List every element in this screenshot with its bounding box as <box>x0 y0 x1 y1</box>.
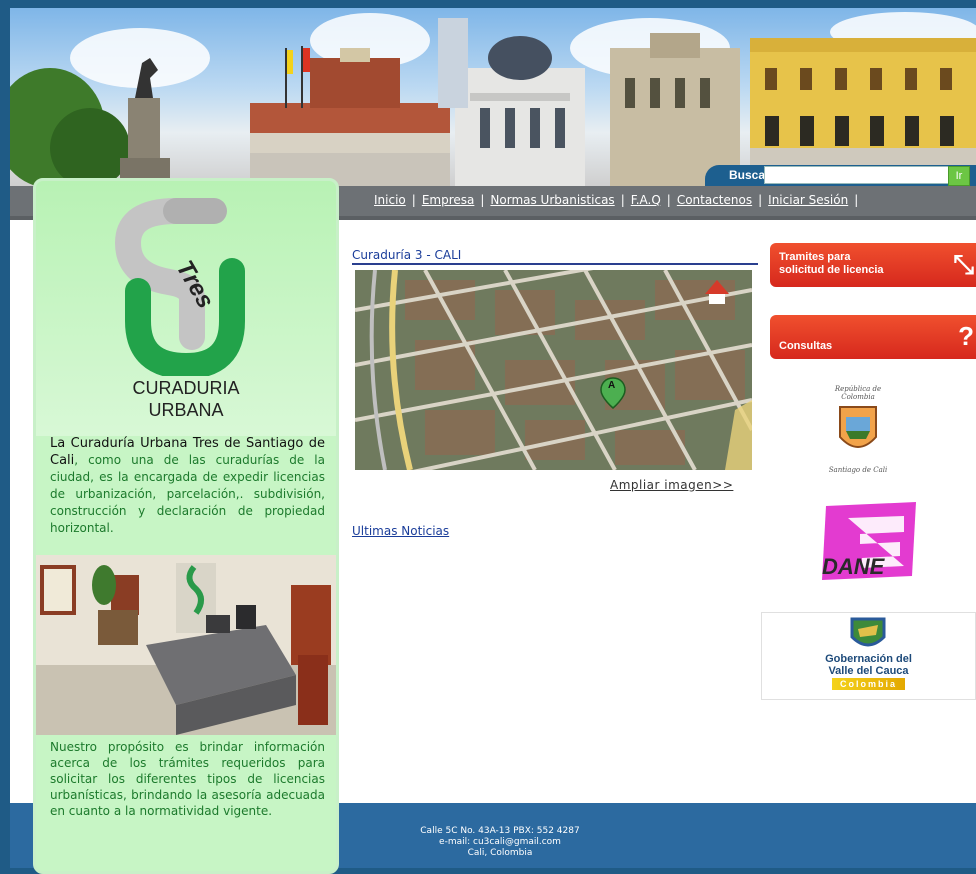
valle-cauca-logo[interactable]: Gobernación del Valle del Cauca Colombia <box>761 612 976 700</box>
footer-email: e-mail: cu3cali@gmail.com <box>439 837 561 847</box>
logo-title: CURADURIA URBANA <box>132 378 240 420</box>
consultas-button[interactable]: Consultas ? <box>770 315 976 359</box>
left-sidebar: Tres CURADURIA URBANA La Curaduría Urban… <box>33 178 339 874</box>
banner-image <box>10 18 976 186</box>
nav-item-inicio[interactable]: Inicio <box>374 193 406 207</box>
intro-text: La Curaduría Urbana Tres de Santiago de … <box>50 436 325 535</box>
search-input[interactable] <box>764 166 949 184</box>
office-reception-image <box>36 555 336 735</box>
enlarge-map-link[interactable]: Ampliar imagen>> <box>610 478 733 492</box>
nav-item-contactenos[interactable]: Contactenos <box>677 193 752 207</box>
nav-menu: Inicio | Empresa | Normas Urbanisticas | F.A.Q… <box>374 193 859 207</box>
arrows-icon: ⤡ <box>953 249 974 279</box>
nav-item-login[interactable]: Iniciar Sesión <box>768 193 848 207</box>
tramites-button[interactable]: Tramites para solicitud de licencia ⤡ <box>770 243 976 287</box>
cali-seal-logo[interactable]: República de Colombia Santiago de Cali <box>818 385 898 475</box>
satellite-map-image <box>355 270 752 470</box>
valle-shield-icon <box>850 617 886 647</box>
nav-item-normas[interactable]: Normas Urbanisticas <box>490 193 614 207</box>
map-marker-label: A <box>608 380 616 391</box>
office-photo <box>36 555 336 735</box>
nav-item-faq[interactable]: F.A.Q <box>631 193 661 207</box>
footer-address: Calle 5C No. 43A-13 PBX: 552 4287 e-mail… <box>370 826 630 859</box>
news-link[interactable]: Ultimas Noticias <box>352 524 449 538</box>
purpose-text: Nuestro propósito es brindar información… <box>50 740 325 818</box>
location-map[interactable]: A <box>355 270 752 470</box>
nav-item-empresa[interactable]: Empresa <box>422 193 475 207</box>
search-go-button[interactable]: Ir <box>948 166 970 186</box>
curaduria-logo: Tres CURADURIA URBANA <box>36 181 336 436</box>
cali-coat-of-arms-icon <box>839 406 877 448</box>
map-title: Curaduría 3 - CALI <box>352 248 758 265</box>
dane-logo[interactable]: DANE <box>808 498 928 584</box>
header-banner: Buscar Ir <box>10 8 976 186</box>
question-icon: ? <box>958 321 974 351</box>
